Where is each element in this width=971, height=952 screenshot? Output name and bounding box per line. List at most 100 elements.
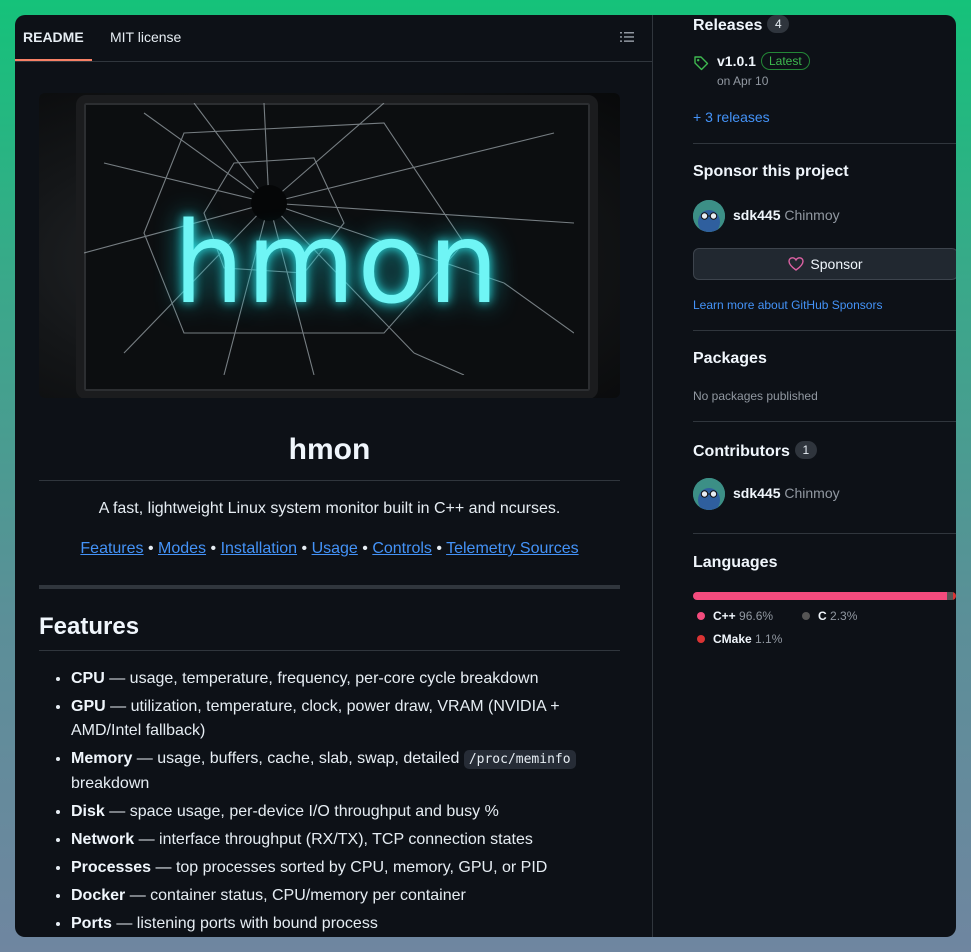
feature-item: Ports — listening ports with bound proce… <box>71 912 631 936</box>
packages-heading[interactable]: Packages <box>693 350 767 368</box>
hero-image: hmon <box>39 93 620 398</box>
sponsor-heading: Sponsor this project <box>693 163 849 180</box>
readme-tabs: README MIT license <box>15 15 652 62</box>
releases-count-badge: 4 <box>767 15 790 33</box>
more-releases-link[interactable]: + 3 releases <box>693 109 770 125</box>
contributor-user[interactable]: sdk445 Chinmoy <box>733 485 840 501</box>
nav-link-controls[interactable]: Controls <box>372 540 432 557</box>
learn-sponsors-link[interactable]: Learn more about GitHub Sponsors <box>693 298 882 312</box>
repo-sidebar: Releases 4 v1.0.1 Latest on Apr 10 + 3 re… <box>693 15 956 937</box>
sponsor-button[interactable]: Sponsor <box>693 248 956 280</box>
toc-list-icon[interactable] <box>619 29 635 45</box>
avatar[interactable] <box>693 478 725 510</box>
sponsor-button-label: Sponsor <box>810 256 863 272</box>
feature-desc: — container status, CPU/memory per conta… <box>125 887 466 904</box>
laptop-screen: hmon <box>76 95 598 398</box>
hero-logo-text: hmon <box>173 199 501 329</box>
avatar-image <box>693 200 725 232</box>
feature-desc: — usage, temperature, frequency, per-cor… <box>104 670 539 687</box>
nav-link-modes[interactable]: Modes <box>158 540 206 557</box>
nav-link-installation[interactable]: Installation <box>221 540 298 557</box>
sponsor-username: sdk445 <box>733 207 781 223</box>
contributors-count-badge: 1 <box>794 441 817 459</box>
contributor-username: sdk445 <box>733 485 781 501</box>
page-title: hmon <box>288 433 371 466</box>
avatar-image <box>693 478 725 510</box>
feature-desc: — interface throughput (RX/TX), TCP conn… <box>134 831 533 848</box>
language-item[interactable]: CMake 1.1% <box>697 632 782 646</box>
nav-separator: • <box>357 540 373 557</box>
feature-desc: breakdown <box>71 775 150 792</box>
sponsor-fullname: Chinmoy <box>784 207 840 223</box>
nav-separator: • <box>431 540 447 557</box>
contributor-fullname: Chinmoy <box>784 485 840 501</box>
nav-link-telemetry-sources[interactable]: Telemetry Sources <box>446 540 579 557</box>
divider <box>693 421 956 422</box>
divider <box>693 143 956 144</box>
languages-heading: Languages <box>693 554 778 571</box>
nav-link-features[interactable]: Features <box>80 540 143 557</box>
language-bar <box>693 592 956 600</box>
language-name: C <box>818 609 827 623</box>
language-dot <box>697 612 705 620</box>
feature-name: CPU <box>71 670 105 687</box>
feature-name: Disk <box>71 803 105 820</box>
feature-item: Docker — container status, CPU/memory pe… <box>71 884 631 908</box>
feature-desc: — usage, buffers, cache, slab, swap, det… <box>132 750 464 767</box>
nav-separator: • <box>143 540 159 557</box>
feature-name: Network <box>71 831 135 848</box>
features-heading: Features <box>39 613 140 640</box>
heart-icon <box>788 257 805 271</box>
language-dot <box>802 612 810 620</box>
features-list: CPU — usage, temperature, frequency, per… <box>39 667 631 937</box>
feature-item: Disk — space usage, per-device I/O throu… <box>71 800 631 824</box>
feature-item: GPU — utilization, temperature, clock, p… <box>71 695 631 743</box>
feature-name: GPU <box>71 698 106 715</box>
feature-item: CPU — usage, temperature, frequency, per… <box>71 667 631 691</box>
nav-separator: • <box>206 540 221 557</box>
feature-name: Docker <box>71 887 126 904</box>
contributors-label: Contributors <box>693 443 790 460</box>
sponsor-user[interactable]: sdk445 Chinmoy <box>733 207 840 223</box>
contributors-heading[interactable]: Contributors 1 <box>693 441 817 461</box>
feature-item: Processes — top processes sorted by CPU,… <box>71 856 631 880</box>
language-bar-segment <box>693 592 948 600</box>
language-item[interactable]: C++ 96.6% <box>697 609 773 623</box>
active-tab-underline <box>15 59 92 61</box>
readme-panel: README MIT license hmon hmon A fast, lig… <box>15 15 653 937</box>
avatar[interactable] <box>693 200 725 232</box>
language-item[interactable]: C 2.3% <box>802 609 857 623</box>
language-percent: 1.1% <box>755 632 783 646</box>
tag-icon <box>694 56 709 71</box>
feature-item: Memory — usage, buffers, cache, slab, sw… <box>71 747 631 796</box>
language-name: CMake <box>713 632 752 646</box>
divider <box>39 480 620 481</box>
inline-code: /proc/meminfo <box>463 750 576 769</box>
latest-badge: Latest <box>761 52 810 70</box>
release-date: on Apr 10 <box>717 74 769 88</box>
nav-separator: • <box>297 540 312 557</box>
language-dot <box>697 635 705 643</box>
nav-link-usage[interactable]: Usage <box>312 540 358 557</box>
feature-name: Memory <box>71 750 133 767</box>
feature-desc: — listening ports with bound process <box>111 915 378 932</box>
language-name: C++ <box>713 609 736 623</box>
releases-label: Releases <box>693 17 763 34</box>
release-version-link[interactable]: v1.0.1 <box>717 53 756 69</box>
tab-readme[interactable]: README <box>23 29 84 45</box>
language-percent: 96.6% <box>739 609 774 623</box>
feature-item: Network — interface throughput (RX/TX), … <box>71 828 631 852</box>
releases-heading[interactable]: Releases 4 <box>693 15 790 35</box>
divider <box>693 533 956 534</box>
feature-desc: — top processes sorted by CPU, memory, G… <box>151 859 548 876</box>
divider <box>693 330 956 331</box>
feature-desc: — space usage, per-device I/O throughput… <box>104 803 499 820</box>
tab-license[interactable]: MIT license <box>110 29 181 45</box>
divider <box>39 585 620 589</box>
repo-window: README MIT license hmon hmon A fast, lig… <box>15 15 956 937</box>
language-percent: 2.3% <box>830 609 858 623</box>
repo-tagline: A fast, lightweight Linux system monitor… <box>98 500 561 517</box>
language-bar-segment <box>953 592 956 600</box>
divider <box>39 650 620 651</box>
no-packages-text: No packages published <box>693 389 818 403</box>
